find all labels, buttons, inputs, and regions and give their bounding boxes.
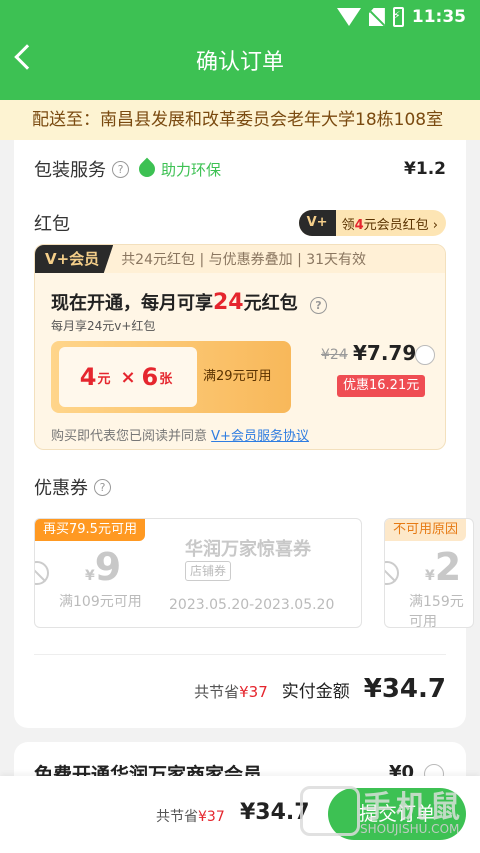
packaging-row: 包装服务 ? 助力环保 ¥1.2	[34, 156, 446, 182]
vip-offer-header: V+会员 共24元红包 | 与优惠券叠加 | 31天有效	[35, 245, 445, 273]
claim-text: 领4元会员红包 ›	[341, 217, 438, 233]
vip-select-radio[interactable]	[415, 345, 435, 365]
battery-charging-icon	[392, 7, 404, 27]
vip-offer-headline: 现在开通，每月可享24元红包 ?	[51, 289, 327, 315]
vip-offer-panel: V+会员 共24元红包 | 与优惠券叠加 | 31天有效 现在开通，每月可享24…	[34, 244, 446, 450]
watermark-site: SHOUJISHU.COM	[360, 822, 460, 836]
coupon-card[interactable]: 不可用原因 ¥2 满159元可用	[384, 518, 474, 628]
help-icon[interactable]: ?	[309, 297, 327, 314]
hongbao-row: 红包 V+ 领4元会员红包 ›	[34, 210, 446, 236]
coupon-tag: 再买79.5元可用	[35, 519, 145, 541]
pay-value: ¥34.7	[363, 674, 446, 704]
vip-agreement: 购买即代表您已阅读并同意 V+会员服务协议	[51, 429, 309, 444]
pay-label: 实付金额	[281, 682, 350, 702]
delivery-address[interactable]: 配送至：南昌县发展和改革委员会老年大学18栋108室	[0, 100, 480, 140]
order-card: 包装服务 ? 助力环保 ¥1.2 红包 V+ 领4元会员红包 › V+会员 共2…	[14, 140, 474, 728]
total-saved: 共节省¥37	[194, 683, 268, 701]
checkout-bar: 共节省¥37 ¥34.7 提交订单 手机鼠 SHOUJISHU.COM	[0, 776, 480, 853]
coupons-label: 优惠券	[34, 478, 88, 499]
status-time: 11:35	[411, 7, 466, 27]
coupon-name: 华润万家惊喜券	[185, 539, 311, 560]
vip-badge: V+	[298, 210, 336, 236]
coupon-condition: 满29元可用	[203, 369, 272, 384]
coupon-card[interactable]: 再买79.5元可用 ¥9 满109元可用 华润万家惊喜券 店铺券 2023.05…	[34, 518, 362, 628]
vip-coupon-bundle: 4元 × 6张 满29元可用	[51, 341, 291, 413]
status-bar: 11:35	[336, 6, 466, 28]
unavailable-icon	[35, 561, 49, 585]
vip-save-badge: 优惠16.21元	[337, 375, 426, 397]
coupon-value: ¥2	[425, 545, 462, 589]
app-header: 11:35 确认订单	[0, 0, 480, 100]
coupons-row: 优惠券 ?	[34, 474, 111, 500]
bottom-saved: 共节省¥37	[156, 809, 225, 825]
vip-member-badge: V+会员	[35, 245, 114, 273]
unavailable-icon	[385, 561, 399, 585]
coupon-min: 满159元可用	[409, 594, 464, 628]
claim-vip-hongbao-button[interactable]: V+ 领4元会员红包 ›	[298, 210, 446, 236]
chevron-right-icon: ›	[432, 217, 438, 233]
total-row: 共节省¥37 实付金额 ¥34.7	[194, 674, 446, 704]
help-icon[interactable]: ?	[112, 160, 129, 178]
coupon-min: 满109元可用	[59, 594, 142, 610]
vip-offer-sub: 每月享24元v+红包	[51, 319, 156, 333]
packaging-price: ¥1.2	[404, 159, 446, 179]
page-title: 确认订单	[195, 50, 284, 75]
vip-agreement-link[interactable]: V+会员服务协议	[211, 429, 309, 444]
divider	[34, 654, 446, 655]
vip-offer-desc: 共24元红包 | 与优惠券叠加 | 31天有效	[121, 252, 367, 268]
help-icon[interactable]: ?	[94, 478, 111, 496]
leaf-icon	[135, 157, 159, 181]
packaging-label: 包装服务	[34, 160, 106, 181]
coupon-amount: 4元 × 6张	[59, 347, 197, 407]
coupon-value: ¥9	[85, 545, 122, 589]
no-sim-icon	[368, 8, 385, 26]
watermark-title: 手机鼠	[362, 790, 464, 825]
vip-new-price: ¥7.79	[353, 341, 417, 365]
vip-old-price: ¥24	[321, 347, 348, 363]
eco-label: 助力环保	[161, 160, 222, 179]
hongbao-label: 红包	[34, 214, 70, 235]
coupon-tag: 不可用原因	[385, 519, 467, 541]
coupon-shop-tag: 店铺券	[185, 561, 232, 581]
wifi-icon	[336, 8, 361, 26]
coupon-date: 2023.05.20-2023.05.20	[169, 597, 335, 613]
watermark-logo	[300, 786, 360, 836]
